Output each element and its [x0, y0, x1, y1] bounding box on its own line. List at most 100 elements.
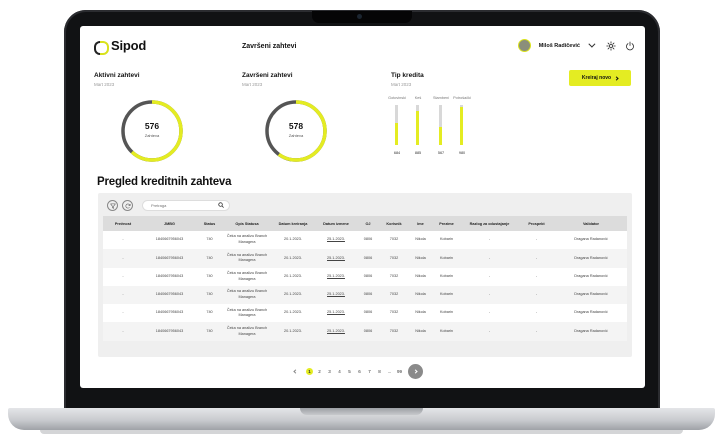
table-cell: Dragana Radanović: [555, 322, 627, 341]
donut-completed: [265, 100, 327, 162]
page-item[interactable]: 7: [366, 368, 373, 375]
logo-icon: [94, 40, 109, 55]
table-cell: -: [461, 304, 518, 323]
column-header[interactable]: Razlog za odustajanje: [461, 216, 518, 231]
table-cell: 0806: [357, 304, 379, 323]
table-cell: 1840667956043: [143, 231, 196, 250]
column-header[interactable]: Opis Statusa: [223, 216, 271, 231]
table-cell: -: [518, 322, 555, 341]
create-new-button[interactable]: Kreiraj novo: [569, 70, 631, 86]
next-page-button[interactable]: [408, 364, 423, 379]
table-cell: -: [103, 285, 143, 305]
column-header[interactable]: Status: [196, 216, 223, 231]
table-cell: 25.1.2023.: [315, 304, 357, 323]
table-cell: 7032: [379, 267, 409, 286]
bar-fill: [416, 111, 419, 145]
column-header[interactable]: Datum kreiranja: [271, 216, 315, 231]
card-subtitle-completed: Mart 2023: [242, 82, 263, 87]
column-header[interactable]: JMBG: [143, 216, 196, 231]
table-cell: Dragana Radanović: [555, 249, 627, 268]
table-cell: 1840667956043: [143, 267, 196, 286]
column-header[interactable]: Prezime: [432, 216, 461, 231]
requests-table-panel: PrečnostJMBGStatusOpis StatusaDatum krei…: [98, 193, 632, 357]
table-row[interactable]: -1840667956043 740 Čeka na analizu Branch …: [103, 285, 627, 305]
table-cell: Kobarin: [432, 249, 461, 268]
bar-fill: [439, 127, 442, 145]
column-header[interactable]: Ime: [409, 216, 432, 231]
column-header[interactable]: OJ: [357, 216, 379, 231]
table-row[interactable]: -1840667956043 740 Čeka na analizu Branch …: [103, 249, 627, 268]
table-cell: Kobarin: [432, 322, 461, 341]
table-cell: 20.1.2023.: [271, 322, 315, 341]
bar-value: 885: [414, 151, 422, 155]
table-cell: Kobarin: [432, 285, 461, 305]
table-cell: Čeka na analizu Branch Managera: [223, 231, 271, 250]
table-cell: 20.1.2023.: [271, 249, 315, 268]
table-cell: Dragana Radanović: [555, 285, 627, 305]
table-cell: 740: [196, 231, 223, 250]
table-cell: Dragana Radanović: [555, 231, 627, 250]
page-item[interactable]: 1: [306, 368, 313, 375]
logo-text: Sipod: [111, 38, 147, 53]
table-cell: 1840667956043: [143, 304, 196, 323]
table-cell: Dragana Radanović: [555, 304, 627, 323]
table-cell: 7032: [379, 322, 409, 341]
page-item[interactable]: 5: [346, 368, 353, 375]
column-header[interactable]: Datum izmene: [315, 216, 357, 231]
laptop-foot: [40, 430, 683, 434]
table-cell: Nikola: [409, 267, 432, 286]
refresh-button[interactable]: [122, 200, 133, 211]
donut-completed-label: Zahteva: [288, 133, 304, 138]
chevron-right-icon: [614, 75, 619, 81]
table-cell: -: [518, 231, 555, 250]
table-cell: 25.1.2023.: [315, 249, 357, 268]
chevron-down-icon[interactable]: [588, 40, 596, 48]
page-item[interactable]: 8: [376, 368, 383, 375]
table-cell: -: [518, 285, 555, 305]
table-cell: -: [461, 249, 518, 268]
table-cell: 25.1.2023.: [315, 231, 357, 250]
logo[interactable]: Sipod: [94, 38, 147, 55]
search-input[interactable]: [142, 200, 230, 211]
table-cell: 0806: [357, 285, 379, 305]
filter-button[interactable]: [107, 200, 118, 211]
donut-active: [121, 100, 183, 162]
table-cell: Nikola: [409, 249, 432, 268]
table-cell: -: [461, 322, 518, 341]
page-item[interactable]: 3: [326, 368, 333, 375]
page-item[interactable]: 4: [336, 368, 343, 375]
table-row[interactable]: -1840667956043 740 Čeka na analizu Branch …: [103, 267, 627, 286]
table-cell: 0806: [357, 322, 379, 341]
bar-fill: [460, 107, 463, 145]
column-header[interactable]: Validator: [555, 216, 627, 231]
column-header[interactable]: Prečnost: [103, 216, 143, 231]
user-name[interactable]: Miloš Radičević: [539, 43, 580, 49]
table-row[interactable]: -1840667956043 740 Čeka na analizu Branch …: [103, 322, 627, 341]
section-title: Pregled kreditnih zahteva: [97, 176, 232, 188]
filter-icon: [109, 203, 116, 209]
gear-icon[interactable]: [605, 40, 616, 51]
table-cell: Nikola: [409, 322, 432, 341]
table-cell: 1840667956043: [143, 322, 196, 341]
search-icon[interactable]: [218, 202, 224, 208]
table-cell: 0806: [357, 249, 379, 268]
page-item[interactable]: 99: [396, 368, 403, 375]
bar-label: Potrošački: [453, 96, 471, 100]
table-row[interactable]: - 1840667956043 740 Čeka na analizu Branch …: [103, 231, 627, 250]
avatar[interactable]: [517, 39, 531, 52]
table-cell: Čeka na analizu Branch Managera: [223, 267, 271, 286]
page-item[interactable]: 6: [356, 368, 363, 375]
prev-page-button[interactable]: [290, 366, 301, 377]
bar-value: 980: [458, 151, 466, 155]
table-cell: 20.1.2023.: [271, 304, 315, 323]
column-header[interactable]: Korisnik: [379, 216, 409, 231]
table-row[interactable]: -1840667956043 740 Čeka na analizu Branch …: [103, 304, 627, 323]
power-icon[interactable]: [624, 40, 635, 51]
table-cell: 20.1.2023.: [271, 285, 315, 305]
user-area: Miloš Radičević: [517, 39, 635, 52]
table-cell: Čeka na analizu Branch Managera: [223, 249, 271, 268]
table-cell: 740: [196, 285, 223, 305]
table-cell: 7032: [379, 304, 409, 323]
column-header[interactable]: Prospekt: [518, 216, 555, 231]
page-item[interactable]: 2: [316, 368, 323, 375]
